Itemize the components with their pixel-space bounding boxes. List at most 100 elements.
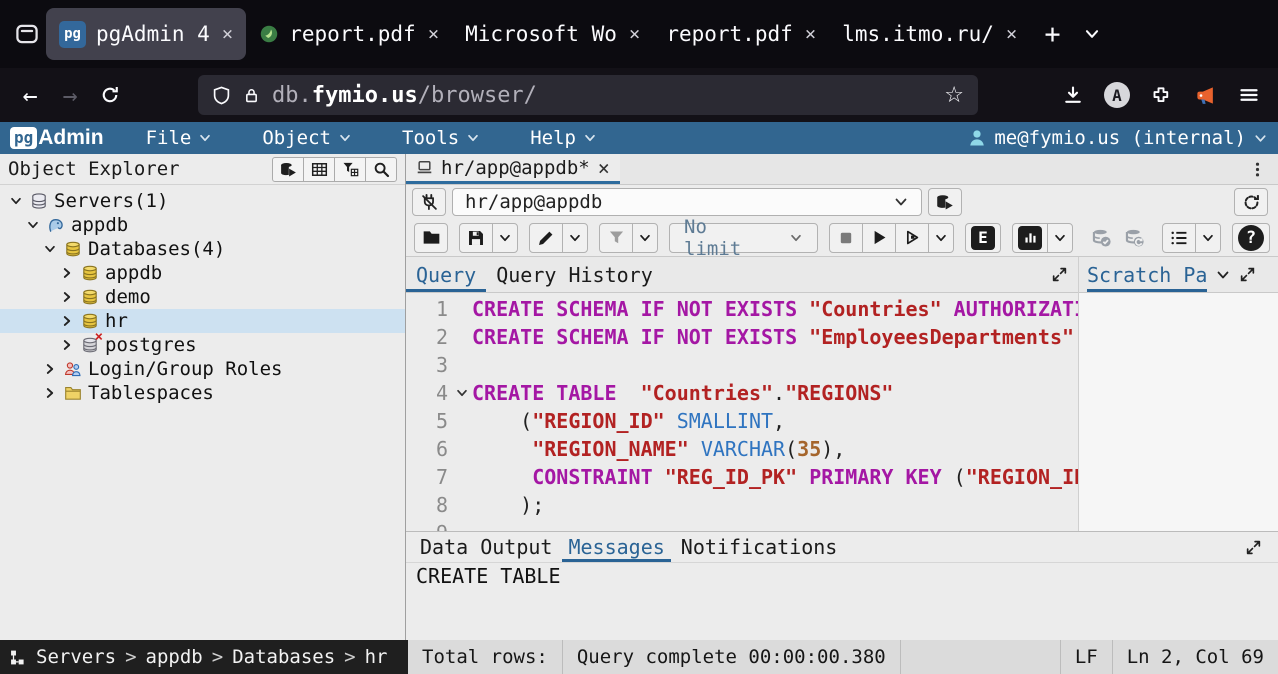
tree-item-tablespaces[interactable]: Tablespaces xyxy=(0,381,405,405)
tab-notifications[interactable]: Notifications xyxy=(675,532,844,562)
breadcrumb-item[interactable]: appdb xyxy=(146,646,203,668)
commit-button[interactable] xyxy=(1084,223,1118,253)
extensions-puzzle-icon[interactable] xyxy=(1144,78,1178,112)
browser-tab[interactable]: report.pdf× xyxy=(246,8,452,60)
tab-data-output[interactable]: Data Output xyxy=(414,532,558,562)
back-button[interactable]: ← xyxy=(12,77,48,113)
breadcrumb-item[interactable]: hr xyxy=(365,646,388,668)
connection-select[interactable]: hr/app@appdb xyxy=(452,188,922,216)
edit-menu-button[interactable] xyxy=(562,223,588,253)
chevron-right-icon[interactable] xyxy=(59,290,74,304)
filter-menu-button[interactable] xyxy=(632,223,658,253)
tree-item-appdb[interactable]: appdb xyxy=(0,261,405,285)
bookmark-star-icon[interactable]: ☆ xyxy=(944,83,964,108)
connection-plug-icon[interactable] xyxy=(412,188,446,216)
forward-button[interactable]: → xyxy=(52,77,88,113)
chevron-down-icon[interactable] xyxy=(8,194,23,208)
user-menu[interactable]: me@fymio.us (internal) xyxy=(967,127,1268,149)
explain-analyze-menu-button[interactable] xyxy=(1047,223,1073,253)
query-tool-tab[interactable]: hr/app@appdb* × xyxy=(406,154,620,184)
url-text[interactable]: db.fymio.us/browser/ xyxy=(272,83,537,108)
close-icon[interactable]: × xyxy=(426,23,439,45)
execute-menu-button[interactable] xyxy=(928,223,954,253)
expand-icon[interactable] xyxy=(1239,266,1256,283)
breadcrumb-item[interactable]: Servers xyxy=(36,646,116,668)
chevron-down-icon[interactable] xyxy=(1215,267,1231,283)
open-file-button[interactable] xyxy=(414,223,448,253)
stop-button[interactable] xyxy=(829,223,863,253)
filter-button[interactable] xyxy=(599,223,633,253)
explain-button[interactable]: E xyxy=(965,223,1001,253)
save-button[interactable] xyxy=(459,223,493,253)
menu-file[interactable]: File xyxy=(134,127,225,149)
reset-layout-icon[interactable] xyxy=(1234,188,1268,216)
reload-button[interactable] xyxy=(92,77,128,113)
tab-messages[interactable]: Messages xyxy=(562,532,670,562)
close-icon[interactable]: × xyxy=(627,23,640,45)
close-icon[interactable]: × xyxy=(598,156,610,180)
fold-caret-icon[interactable] xyxy=(452,379,472,407)
list-all-tabs-icon[interactable] xyxy=(1075,25,1109,43)
tree-item-demo[interactable]: demo xyxy=(0,285,405,309)
tree-item-postgres[interactable]: ×postgres xyxy=(0,333,405,357)
tree-item-login-group-roles[interactable]: Login/Group Roles xyxy=(0,357,405,381)
rollback-button[interactable] xyxy=(1117,223,1151,253)
search-button[interactable] xyxy=(365,157,397,182)
shield-icon[interactable] xyxy=(212,86,231,105)
close-icon[interactable]: × xyxy=(803,23,816,45)
chevron-right-icon[interactable] xyxy=(59,338,74,352)
tree-item-appdb[interactable]: appdb xyxy=(0,213,405,237)
menu-object[interactable]: Object xyxy=(250,127,364,149)
kebab-menu-icon[interactable] xyxy=(1237,154,1278,184)
chevron-right-icon[interactable] xyxy=(59,314,74,328)
breadcrumb-item[interactable]: Databases xyxy=(232,646,335,668)
menu-hamburger-icon[interactable] xyxy=(1232,78,1266,112)
scratch-pad-body[interactable] xyxy=(1079,293,1278,531)
row-limit-select[interactable]: No limit xyxy=(669,223,818,253)
help-button[interactable]: ? xyxy=(1232,223,1270,253)
eol-indicator[interactable]: LF xyxy=(1060,640,1113,674)
menu-help[interactable]: Help xyxy=(518,127,609,149)
chevron-right-icon[interactable] xyxy=(42,386,57,400)
chevron-down-icon[interactable] xyxy=(25,218,40,232)
sql-editor[interactable]: 1CREATE SCHEMA IF NOT EXISTS "Countries"… xyxy=(406,293,1078,531)
tab-query[interactable]: Query xyxy=(406,257,486,292)
expand-icon[interactable] xyxy=(1051,266,1068,283)
chevron-down-icon xyxy=(466,131,480,145)
cursor-position[interactable]: Ln 2, Col 69 xyxy=(1113,640,1278,674)
database-export-button[interactable] xyxy=(272,157,304,182)
account-extension-icon[interactable]: A xyxy=(1100,78,1134,112)
tree-item-hr[interactable]: hr xyxy=(0,309,405,333)
explain-analyze-button[interactable] xyxy=(1012,223,1048,253)
new-tab-button[interactable]: + xyxy=(1030,19,1074,50)
chevron-right-icon[interactable] xyxy=(42,362,57,376)
menu-tools[interactable]: Tools xyxy=(390,127,492,149)
close-icon[interactable]: × xyxy=(220,23,233,45)
save-menu-button[interactable] xyxy=(492,223,518,253)
browser-tab[interactable]: pgpgAdmin 4× xyxy=(46,8,246,60)
grid-button[interactable] xyxy=(303,157,335,182)
browser-tab[interactable]: lms.itmo.ru/× xyxy=(829,8,1030,60)
firefox-view-icon[interactable] xyxy=(8,15,46,53)
chevron-down-icon[interactable] xyxy=(42,242,57,256)
tab-scratch-pad[interactable]: Scratch Pa xyxy=(1087,257,1207,292)
macros-button[interactable] xyxy=(1162,223,1196,253)
tree-item-databases-4-[interactable]: Databases(4) xyxy=(0,237,405,261)
close-icon[interactable]: × xyxy=(1004,23,1017,45)
downloads-icon[interactable] xyxy=(1056,78,1090,112)
megaphone-extension-icon[interactable] xyxy=(1188,78,1222,112)
lock-icon[interactable] xyxy=(243,87,260,104)
execute-button[interactable] xyxy=(862,223,896,253)
filter-grid-button[interactable] xyxy=(334,157,366,182)
new-query-tool-icon[interactable] xyxy=(928,188,962,216)
browser-tab[interactable]: report.pdf× xyxy=(653,8,829,60)
tree-item-servers-1-[interactable]: Servers(1) xyxy=(0,189,405,213)
address-bar[interactable]: db.fymio.us/browser/ ☆ xyxy=(198,75,978,115)
macros-menu-button[interactable] xyxy=(1195,223,1221,253)
expand-icon[interactable] xyxy=(1245,539,1262,556)
execute-script-button[interactable] xyxy=(895,223,929,253)
edit-button[interactable] xyxy=(529,223,563,253)
browser-tab[interactable]: Microsoft Wo× xyxy=(452,8,653,60)
chevron-right-icon[interactable] xyxy=(59,266,74,280)
tab-query-history[interactable]: Query History xyxy=(486,257,663,292)
